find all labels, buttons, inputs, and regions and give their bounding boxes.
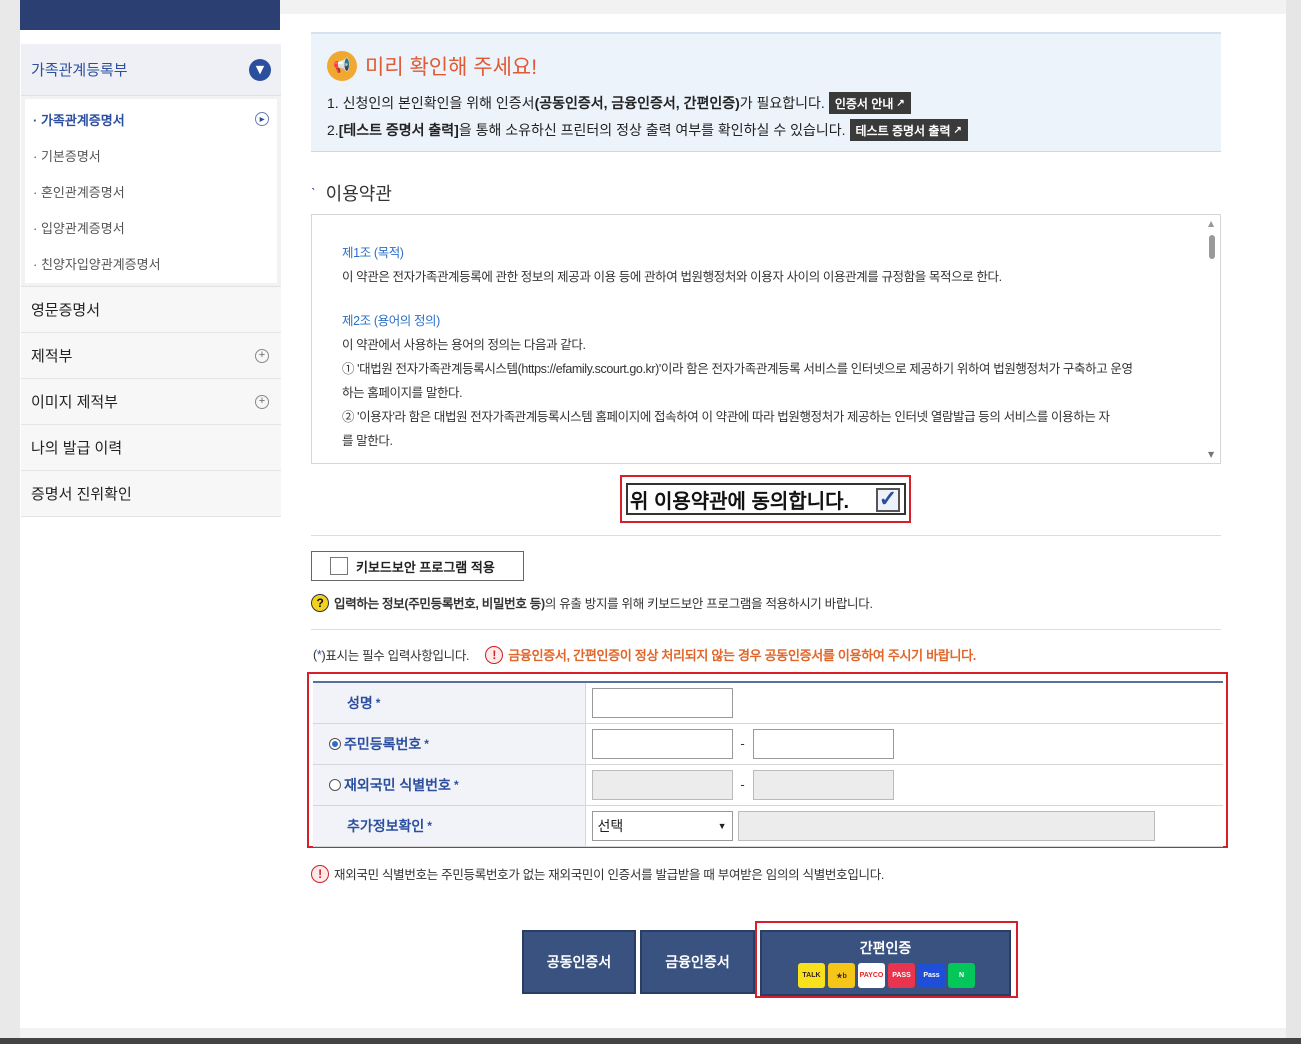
sidebar-item-image-register[interactable]: 이미지 제적부 +: [21, 379, 281, 425]
sidebar-submenu: · 가족관계증명서 ▶ · 기본증명서 · 혼인관계증명서 · 입양관계증명서 …: [21, 96, 281, 287]
terms-article-2-title: 제2조 (용어의 정의): [342, 314, 440, 328]
rrn-front-input[interactable]: [591, 728, 733, 759]
external-link-icon: ↗: [896, 97, 905, 109]
identity-form: 성명 * 주민등록번호 * - 재외국민 식별번호 * - 추가정보확인 * 선…: [313, 681, 1223, 847]
form-row-name: 성명 *: [313, 682, 1223, 724]
form-row-foreign: 재외국민 식별번호 * -: [313, 764, 1223, 806]
sidebar-item-removed-register[interactable]: 제적부 +: [21, 333, 281, 379]
simple-auth-button[interactable]: 간편인증 TALK ★b PAYCO PASS Pass N: [760, 930, 1011, 996]
scroll-up-icon[interactable]: ▲: [1208, 219, 1214, 228]
simple-auth-logos: TALK ★b PAYCO PASS Pass N: [798, 963, 975, 988]
foreign-id-label: 재외국민 식별번호: [344, 776, 451, 793]
notice-line-1: 1. 신청인의 본인확인을 위해 인증서 (공동인증서, 금융인증서, 간편인증)…: [327, 92, 911, 114]
kakao-icon: TALK: [798, 963, 825, 988]
foreign-id-back-input: [752, 769, 894, 800]
keyboard-security-checkbox[interactable]: [330, 557, 348, 575]
chevron-down-icon: ▼: [717, 820, 727, 831]
foreign-id-radio[interactable]: [329, 778, 341, 791]
pass-icon: PASS: [888, 963, 915, 988]
samsung-pass-icon: Pass: [918, 963, 945, 988]
payco-icon: PAYCO: [858, 963, 885, 988]
required-note: (*)표시는 필수 입력사항입니다. ! 금융인증서, 간편인증이 정상 처리되…: [313, 645, 977, 664]
keyboard-security-toggle[interactable]: 키보드보안 프로그램 적용: [311, 551, 524, 581]
name-label: 성명: [347, 694, 373, 711]
notice-line-2: 2. [테스트 증명서 출력] 을 통해 소유하신 프린터의 정상 출력 여부를 …: [327, 119, 968, 141]
plus-circle-icon: +: [255, 394, 269, 409]
foreign-id-front-input: [591, 769, 733, 800]
question-icon: ?: [311, 593, 329, 612]
sidebar-section-title: 가족관계등록부: [31, 62, 128, 79]
extra-info-input: [737, 810, 1155, 841]
terms-scroll-box[interactable]: 제1조 (목적) 이 약관은 전자가족관계등록에 관한 정보의 제공과 이용 등…: [311, 214, 1221, 464]
agree-terms-checkbox-label[interactable]: 위 이용약관에 동의합니다. ✓: [626, 483, 906, 515]
sidebar-subitem-full-adoption[interactable]: · 친양자입양관계증명서: [25, 245, 277, 281]
financial-cert-button[interactable]: 금융인증서: [640, 930, 755, 994]
rrn-back-input[interactable]: [752, 728, 894, 759]
warning-icon: !: [485, 645, 504, 664]
simple-auth-highlight: 간편인증 TALK ★b PAYCO PASS Pass N: [755, 921, 1018, 998]
sidebar-subitem-marriage[interactable]: · 혼인관계증명서: [25, 173, 277, 209]
sidebar-item-verify[interactable]: 증명서 진위확인: [21, 471, 281, 517]
joint-cert-button[interactable]: 공동인증서: [522, 930, 636, 994]
form-highlight: 성명 * 주민등록번호 * - 재외국민 식별번호 * - 추가정보확인 * 선…: [307, 672, 1228, 848]
agree-checkbox[interactable]: ✓: [876, 488, 900, 512]
external-link-icon: ↗: [953, 124, 962, 136]
scroll-down-icon[interactable]: ▼: [1208, 450, 1214, 459]
modal-backdrop-right: [1286, 0, 1301, 1044]
naver-icon: N: [948, 963, 975, 988]
warning-icon: !: [311, 864, 329, 883]
megaphone-icon: 📢: [327, 51, 357, 81]
bullet-tick-icon: ˋ: [311, 185, 316, 201]
sidebar-item-issue-history[interactable]: 나의 발급 이력: [21, 425, 281, 471]
divider: [311, 535, 1221, 536]
bottom-bar: [0, 1038, 1301, 1044]
modal-backdrop-left: [0, 0, 20, 1044]
sidebar-item-english-cert[interactable]: 영문증명서: [21, 287, 281, 333]
foreign-id-note: ! 재외국민 식별번호는 주민등록번호가 없는 재외국민이 인증서를 발급받을 …: [311, 864, 884, 883]
form-row-rrn: 주민등록번호 * -: [313, 723, 1223, 765]
name-input[interactable]: [591, 687, 733, 718]
test-print-button[interactable]: 테스트 증명서 출력 ↗: [849, 119, 968, 141]
form-row-extra: 추가정보확인 * 선택 ▼: [313, 805, 1223, 847]
terms-article-1-text: 이 약관은 전자가족관계등록에 관한 정보의 제공과 이용 등에 관하여 법원행…: [342, 270, 1002, 284]
agree-highlight: 위 이용약관에 동의합니다. ✓: [620, 475, 911, 523]
extra-info-select[interactable]: 선택 ▼: [591, 810, 733, 841]
rrn-radio[interactable]: [329, 737, 341, 750]
sidebar-subitem-basic[interactable]: · 기본증명서: [25, 137, 277, 173]
play-circle-icon: ▶: [255, 112, 269, 126]
sidebar-section-header[interactable]: 가족관계등록부 ▼: [21, 44, 281, 96]
chevron-down-icon[interactable]: ▼: [249, 58, 271, 81]
terms-scrollbar[interactable]: ▲ ▼: [1204, 215, 1220, 463]
plus-circle-icon: +: [255, 348, 269, 363]
notice-title: 미리 확인해 주세요!: [365, 56, 538, 79]
sidebar-subitem-adoption[interactable]: · 입양관계증명서: [25, 209, 277, 245]
keyboard-security-note: ? 입력하는 정보(주민등록번호, 비밀번호 등) 의 유출 방지를 위해 키보드…: [311, 593, 873, 612]
scroll-thumb[interactable]: [1209, 235, 1215, 259]
sidebar-subitem-family[interactable]: · 가족관계증명서 ▶: [25, 101, 277, 137]
notice-box: 📢 미리 확인해 주세요! 1. 신청인의 본인확인을 위해 인증서 (공동인증서…: [311, 32, 1221, 152]
kb-icon: ★b: [828, 963, 855, 988]
sidebar: 가족관계등록부 ▼ · 가족관계증명서 ▶ · 기본증명서 · 혼인관계증명서 …: [21, 44, 281, 517]
terms-article-2-text: 이 약관에서 사용하는 용어의 정의는 다음과 같다.: [342, 338, 586, 352]
terms-article-1-title: 제1조 (목적): [342, 246, 404, 260]
divider: [311, 629, 1221, 630]
extra-info-label: 추가정보확인: [347, 817, 425, 834]
cert-guide-button[interactable]: 인증서 안내 ↗: [828, 92, 911, 114]
sidebar-banner: [20, 0, 280, 30]
rrn-label: 주민등록번호: [344, 735, 422, 752]
terms-heading: ˋ 이용약관: [311, 184, 392, 204]
